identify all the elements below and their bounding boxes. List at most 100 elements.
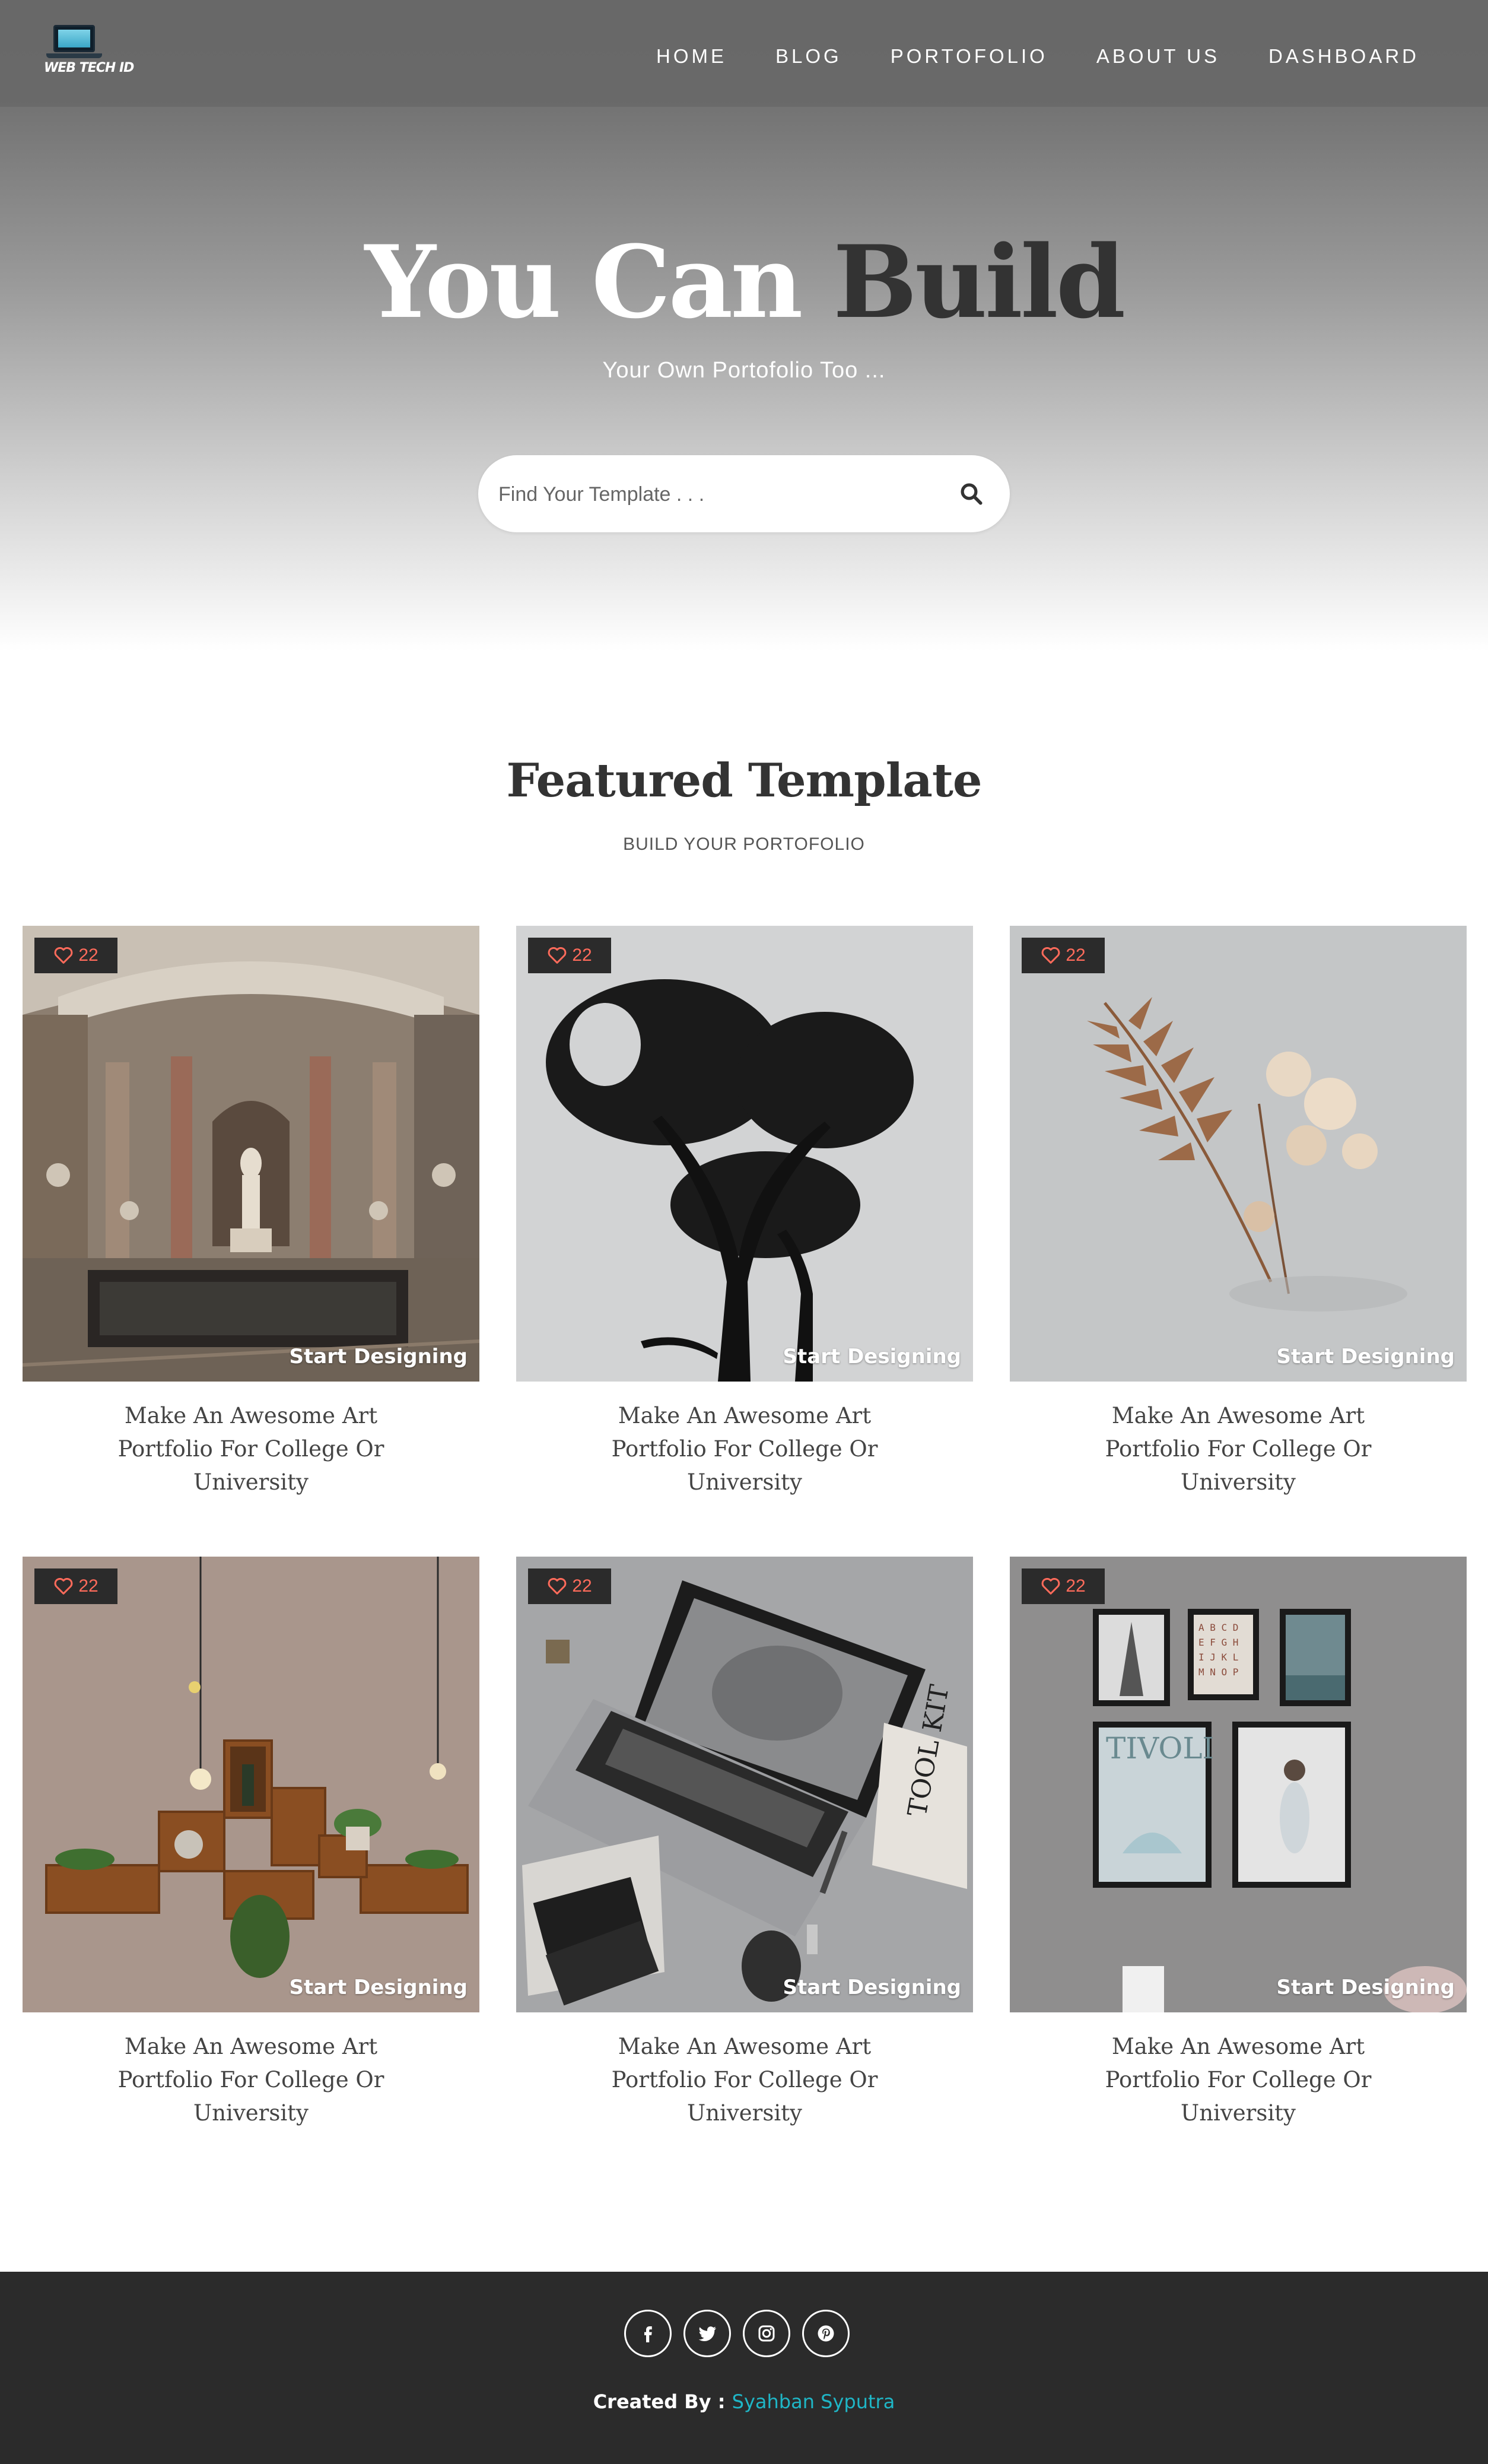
laptop-icon <box>53 25 95 52</box>
start-designing-button[interactable]: Start Designing <box>290 1976 468 1999</box>
search-bar <box>478 455 1010 532</box>
like-badge[interactable]: 22 <box>34 938 117 973</box>
template-caption: Make An Awesome Art Portfolio For Colleg… <box>516 1399 973 1499</box>
svg-text:M N O P: M N O P <box>1198 1666 1238 1678</box>
template-image-fern[interactable]: 22 Start Designing <box>1010 926 1467 1382</box>
start-designing-button[interactable]: Start Designing <box>1277 1976 1455 1999</box>
nav-dashboard[interactable]: DASHBOARD <box>1268 45 1419 68</box>
heart-icon <box>548 1577 567 1595</box>
caption-line: University <box>1181 1469 1296 1495</box>
heart-icon <box>1041 947 1060 964</box>
featured-title: Featured Template <box>506 754 982 808</box>
social-links <box>624 2310 850 2357</box>
instagram-link[interactable] <box>743 2310 790 2357</box>
heart-icon <box>548 947 567 964</box>
logo-text: WEB TECH ID <box>44 61 134 75</box>
template-card: 22 Start Designing Make An Awesome Art P… <box>23 926 479 1499</box>
template-card: A B C DE F G H I J K LM N O P TIVOLI 22 … <box>1010 1557 1467 2130</box>
start-designing-button[interactable]: Start Designing <box>1277 1345 1455 1368</box>
caption-line: Portfolio For College Or <box>1105 2067 1372 2093</box>
caption-line: University <box>687 2100 802 2126</box>
template-caption: Make An Awesome Art Portfolio For Colleg… <box>516 2030 973 2130</box>
caption-line: Portfolio For College Or <box>117 2067 384 2093</box>
museum-hall-image <box>23 926 479 1382</box>
caption-line: University <box>193 2100 309 2126</box>
hero-title-light: You Can <box>364 223 833 341</box>
nav-home[interactable]: HOME <box>656 45 727 68</box>
caption-line: Make An Awesome Art <box>618 1403 872 1428</box>
wooden-shelves-image <box>23 1557 479 2012</box>
like-count: 22 <box>1066 945 1086 965</box>
pinterest-icon <box>818 2325 834 2342</box>
pinterest-link[interactable] <box>802 2310 850 2357</box>
like-badge[interactable]: 22 <box>528 1568 611 1604</box>
search-icon[interactable] <box>959 481 984 506</box>
like-count: 22 <box>572 1576 592 1596</box>
svg-text:E F G H: E F G H <box>1198 1637 1238 1648</box>
laptop-desk-image: TOOL KIT <box>516 1557 973 2012</box>
nav-portofolio[interactable]: PORTOFOLIO <box>891 45 1048 68</box>
heart-icon <box>54 1577 73 1595</box>
hero-section: WEB TECH ID HOME BLOG PORTOFOLIO ABOUT U… <box>0 0 1488 651</box>
template-card: TOOL KIT 22 Start Designing Make An Awes… <box>516 1557 973 2130</box>
like-count: 22 <box>78 945 98 965</box>
template-caption: Make An Awesome Art Portfolio For Colleg… <box>23 2030 479 2130</box>
template-card: 22 Start Designing Make An Awesome Art P… <box>23 1557 479 2130</box>
caption-line: Make An Awesome Art <box>618 2034 872 2059</box>
like-count: 22 <box>572 945 592 965</box>
nav-blog[interactable]: BLOG <box>775 45 842 68</box>
heart-icon <box>54 947 73 964</box>
caption-line: Make An Awesome Art <box>124 1403 378 1428</box>
caption-line: Portfolio For College Or <box>1105 1436 1372 1462</box>
template-card: 22 Start Designing Make An Awesome Art P… <box>1010 926 1467 1499</box>
instagram-icon <box>758 2325 775 2342</box>
navbar: WEB TECH ID HOME BLOG PORTOFOLIO ABOUT U… <box>0 0 1488 107</box>
facebook-link[interactable] <box>624 2310 672 2357</box>
caption-line: Make An Awesome Art <box>1111 1403 1365 1428</box>
twitter-icon <box>698 2326 716 2342</box>
start-designing-button[interactable]: Start Designing <box>783 1345 961 1368</box>
caption-line: Portfolio For College Or <box>117 1436 384 1462</box>
start-designing-button[interactable]: Start Designing <box>783 1976 961 1999</box>
like-badge[interactable]: 22 <box>528 938 611 973</box>
search-input[interactable] <box>497 473 927 516</box>
svg-text:I J K L: I J K L <box>1198 1652 1238 1663</box>
hero-title: You Can Build <box>0 223 1488 341</box>
footer: Created By : Syahban Syputra <box>0 2272 1488 2464</box>
framed-posters-image: A B C D E F G H I J K L M N O P TIVOLI <box>1010 1557 1467 2012</box>
template-card: 22 Start Designing Make An Awesome Art P… <box>516 926 973 1499</box>
caption-line: Portfolio For College Or <box>611 1436 878 1462</box>
caption-line: University <box>687 1469 802 1495</box>
twitter-link[interactable] <box>683 2310 731 2357</box>
template-caption: Make An Awesome Art Portfolio For Colleg… <box>1010 1399 1467 1499</box>
template-image-tree[interactable]: 22 Start Designing <box>516 926 973 1382</box>
caption-line: Make An Awesome Art <box>124 2034 378 2059</box>
start-designing-button[interactable]: Start Designing <box>290 1345 468 1368</box>
like-badge[interactable]: 22 <box>1022 938 1105 973</box>
author-link[interactable]: Syahban Syputra <box>732 2390 895 2413</box>
nav-about-us[interactable]: ABOUT US <box>1096 45 1220 68</box>
template-caption: Make An Awesome Art Portfolio For Colleg… <box>23 1399 479 1499</box>
heart-icon <box>1041 1577 1060 1595</box>
main-nav: HOME BLOG PORTOFOLIO ABOUT US DASHBOARD <box>608 45 1419 68</box>
dried-fern-image <box>1010 926 1467 1382</box>
caption-line: University <box>193 1469 309 1495</box>
template-image-laptop[interactable]: TOOL KIT 22 Start Designing <box>516 1557 973 2012</box>
tree-silhouette-image <box>516 926 973 1382</box>
template-image-museum[interactable]: 22 Start Designing <box>23 926 479 1382</box>
template-image-shelves[interactable]: 22 Start Designing <box>23 1557 479 2012</box>
caption-line: Make An Awesome Art <box>1111 2034 1365 2059</box>
caption-line: Portfolio For College Or <box>611 2067 878 2093</box>
like-badge[interactable]: 22 <box>1022 1568 1105 1604</box>
hero-title-dark: Build <box>832 223 1125 341</box>
caption-line: University <box>1181 2100 1296 2126</box>
facebook-icon <box>644 2326 652 2342</box>
credit-label: Created By : <box>593 2390 726 2413</box>
template-image-posters[interactable]: A B C DE F G H I J K LM N O P TIVOLI 22 … <box>1010 1557 1467 2012</box>
brand-logo[interactable]: WEB TECH ID <box>44 24 134 83</box>
featured-subtitle: BUILD YOUR PORTOFOLIO <box>623 834 865 854</box>
like-count: 22 <box>1066 1576 1086 1596</box>
like-badge[interactable]: 22 <box>34 1568 117 1604</box>
like-count: 22 <box>78 1576 98 1596</box>
hero-subtitle: Your Own Portofolio Too ... <box>602 358 886 383</box>
